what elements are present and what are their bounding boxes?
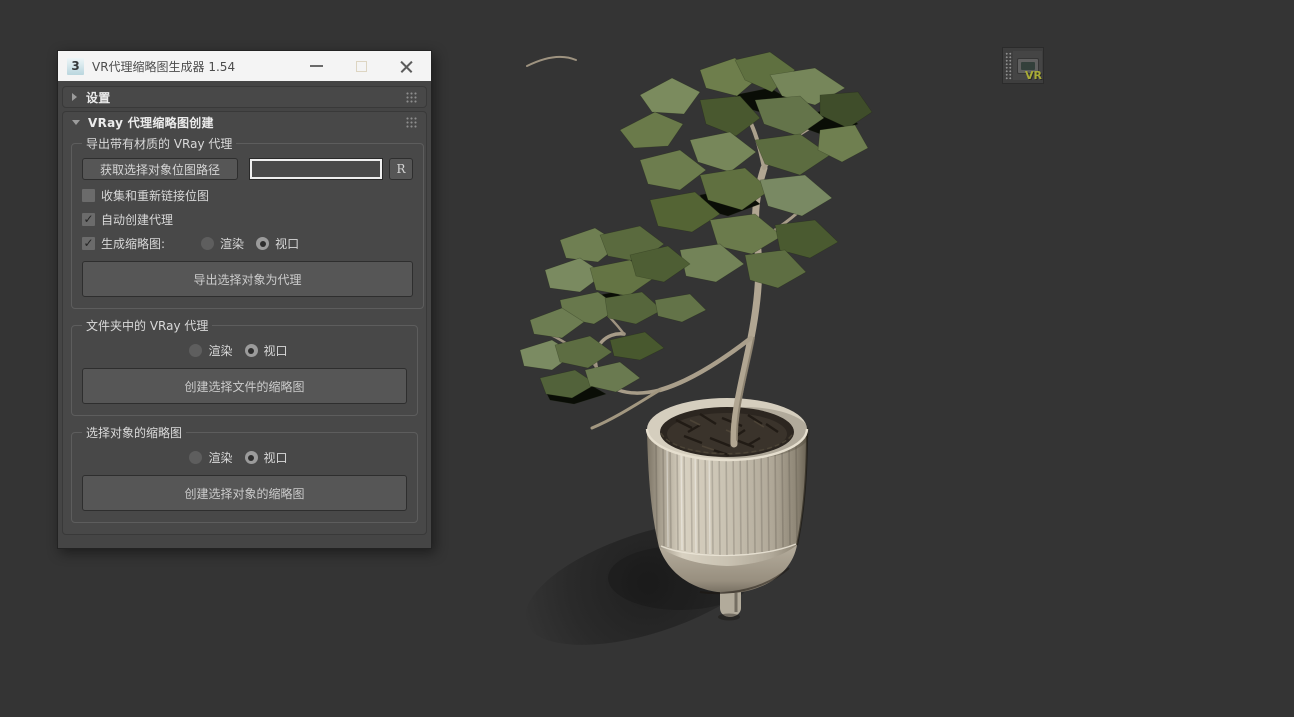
dialog-title: VR代理缩略图生成器 1.54 [92, 59, 236, 74]
dialog-titlebar[interactable]: 3 VR代理缩略图生成器 1.54 [58, 51, 431, 81]
vr-proxy-tool-button[interactable]: VR [1013, 51, 1042, 82]
object-viewport-label[interactable]: 视口 [264, 449, 288, 466]
rollout-grip-icon[interactable] [405, 116, 417, 128]
close-icon [400, 60, 413, 73]
collect-relink-checkbox[interactable] [82, 189, 95, 202]
export-viewport-label[interactable]: 视口 [275, 235, 299, 252]
minimize-button[interactable] [303, 55, 329, 77]
minimize-icon [309, 65, 323, 67]
folder-render-label[interactable]: 渲染 [208, 342, 232, 359]
maximize-button[interactable] [348, 55, 374, 77]
object-render-label[interactable]: 渲染 [208, 449, 232, 466]
group-folder-proxy: 文件夹中的 VRay 代理 渲染 视口 创建选择文件的缩略图 [71, 317, 418, 416]
collect-relink-label[interactable]: 收集和重新链接位图 [101, 187, 209, 204]
group-export-proxy-title: 导出带有材质的 VRay 代理 [86, 137, 233, 151]
rollout-create: VRay 代理缩略图创建 导出带有材质的 VRay 代理 获取选择对象位图路径 … [62, 111, 427, 535]
folder-viewport-label[interactable]: 视口 [264, 342, 288, 359]
toolbar-drag-grip[interactable] [1005, 51, 1012, 80]
group-export-proxy: 导出带有材质的 VRay 代理 获取选择对象位图路径 R 收集和重新链接位图 自… [71, 135, 424, 309]
dialog-client-area: 设置 VRay 代理缩略图创建 导出带有材质的 VRay 代理 获取选择对象位图… [58, 81, 431, 548]
reset-path-button[interactable]: R [389, 158, 413, 180]
object-viewport-radio[interactable] [244, 451, 258, 464]
export-viewport-radio[interactable] [256, 237, 270, 250]
group-object-thumb-title: 选择对象的缩略图 [86, 426, 183, 440]
rollout-create-body: 导出带有材质的 VRay 代理 获取选择对象位图路径 R 收集和重新链接位图 自… [63, 132, 426, 534]
rollout-create-header[interactable]: VRay 代理缩略图创建 [63, 112, 426, 132]
plant-foliage [519, 51, 873, 405]
create-object-thumbs-button[interactable]: 创建选择对象的缩略图 [82, 475, 407, 511]
vr-icon-label: VR [1025, 69, 1042, 82]
chevron-right-icon [72, 93, 77, 101]
generate-thumb-label[interactable]: 生成缩略图: [101, 235, 165, 252]
3dsmax-app-icon: 3 [67, 57, 84, 75]
group-folder-proxy-title: 文件夹中的 VRay 代理 [86, 319, 209, 333]
rollout-settings-title: 设置 [86, 90, 111, 105]
close-button[interactable] [393, 55, 419, 77]
create-file-thumbs-button[interactable]: 创建选择文件的缩略图 [82, 368, 407, 404]
group-object-thumb: 选择对象的缩略图 渲染 视口 创建选择对象的缩略图 [71, 424, 418, 523]
rollout-settings: 设置 [62, 86, 427, 108]
export-selected-button[interactable]: 导出选择对象为代理 [82, 261, 413, 297]
vr-floating-toolbar: VR [1002, 47, 1044, 84]
chevron-down-icon [72, 119, 80, 125]
vr-proxy-thumbnail-dialog: 3 VR代理缩略图生成器 1.54 设置 VRay 代理缩略图创建 导出带有材质… [57, 50, 432, 549]
rollout-grip-icon[interactable] [405, 91, 417, 103]
rollout-create-title: VRay 代理缩略图创建 [88, 115, 214, 130]
export-render-label[interactable]: 渲染 [220, 235, 244, 252]
export-render-radio[interactable] [201, 237, 215, 250]
bitmap-path-input[interactable] [250, 159, 382, 179]
auto-create-checkbox[interactable] [82, 213, 95, 226]
get-bitmap-path-button[interactable]: 获取选择对象位图路径 [82, 158, 238, 180]
generate-thumb-checkbox[interactable] [82, 237, 95, 250]
auto-create-label[interactable]: 自动创建代理 [101, 211, 173, 228]
rollout-settings-header[interactable]: 设置 [63, 87, 426, 107]
maximize-icon [355, 60, 367, 72]
folder-render-radio[interactable] [189, 344, 203, 357]
folder-viewport-radio[interactable] [244, 344, 258, 357]
object-render-radio[interactable] [189, 451, 203, 464]
